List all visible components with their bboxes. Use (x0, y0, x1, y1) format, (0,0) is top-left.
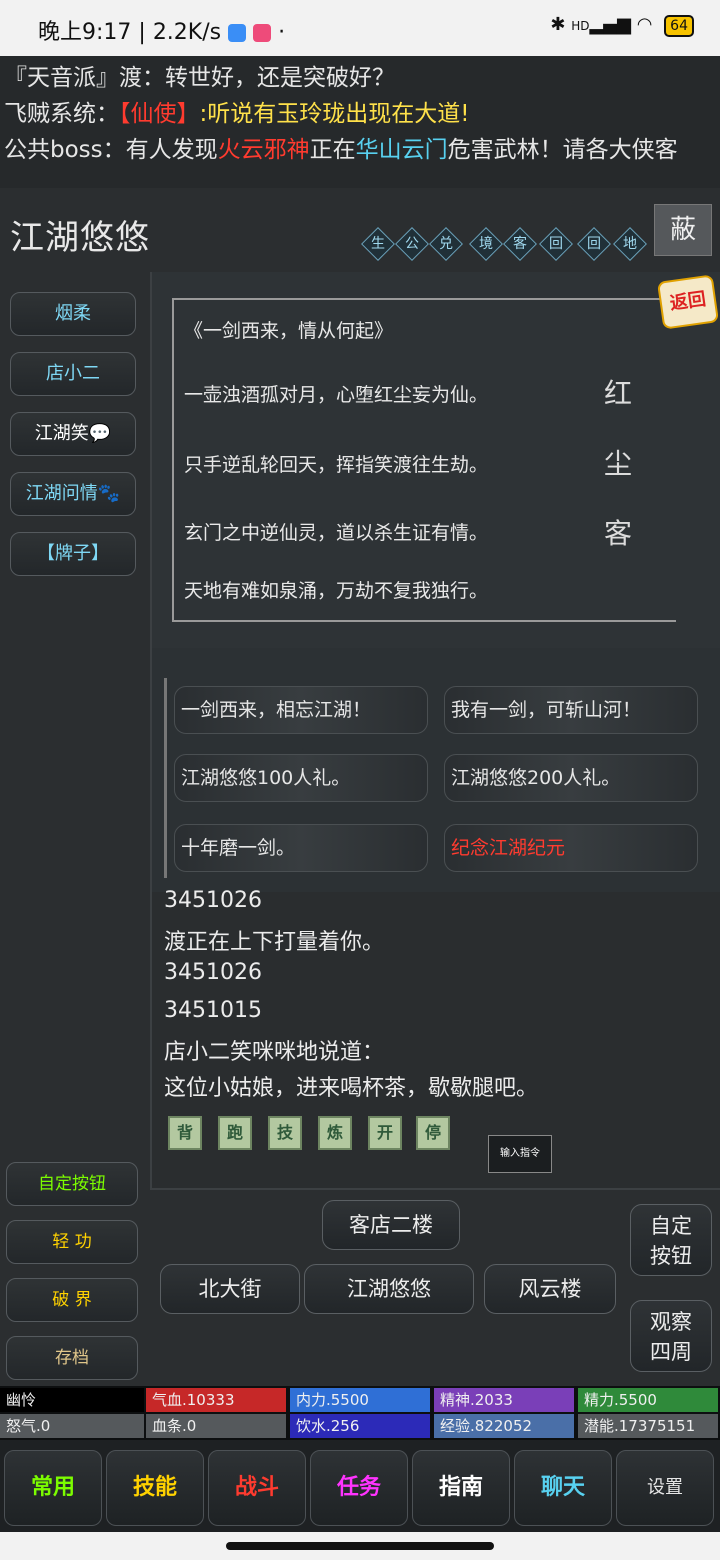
header-button[interactable]: 回 (577, 227, 611, 261)
broadcast-line: 『天音派』渡：转世好，还是突破好？ (4, 65, 395, 91)
option-button[interactable]: 江湖悠悠100人礼。 (174, 754, 428, 802)
save-button[interactable]: 存档 (6, 1336, 138, 1380)
battery-icon: 64 (664, 15, 694, 37)
header-button[interactable]: 公 (395, 227, 429, 261)
app-notification-icon (228, 24, 247, 42)
tab-tasks[interactable]: 任务 (310, 1450, 408, 1526)
stat-qianneng: 潜能.17375151 (578, 1414, 718, 1438)
log-line: 3451015 (164, 998, 262, 1023)
poem-title: 《一剑西来，情从何起》 (184, 320, 394, 342)
broadcast-line: 飞贼系统：【仙使】:听说有玉玲珑出现在大道! (4, 101, 470, 127)
npc-button[interactable]: 江湖问情🐾 (10, 472, 136, 516)
stat-neili: 内力.5500 (290, 1388, 430, 1412)
option-button[interactable]: 江湖悠悠200人礼。 (444, 754, 698, 802)
header-button[interactable]: 生 (361, 227, 395, 261)
look-around-button[interactable]: 观察 四周 (630, 1300, 712, 1372)
signal-icon: HD (571, 19, 590, 33)
npc-sidebar: 烟柔 店小二 江湖笑💬 江湖问情🐾 【牌子】 自定按钮 轻 功 破 界 存档 (0, 272, 152, 1386)
npc-button[interactable]: 店小二 (10, 352, 136, 396)
header-button[interactable]: 地 (613, 227, 647, 261)
option-button[interactable]: 一剑西来，相忘江湖！ (174, 686, 428, 734)
quick-button-run[interactable]: 跑 (218, 1116, 252, 1150)
options-panel: 一剑西来，相忘江湖！ 我有一剑，可斩山河！ 江湖悠悠100人礼。 江湖悠悠200… (152, 648, 720, 892)
log-line: 渡正在上下打量着你。 (164, 930, 385, 955)
hide-button[interactable]: 蔽 (654, 204, 712, 256)
log-line: 3451026 (164, 888, 262, 913)
option-button[interactable]: 我有一剑，可斩山河！ (444, 686, 698, 734)
quick-button-open[interactable]: 开 (368, 1116, 402, 1150)
breakthrough-button[interactable]: 破 界 (6, 1278, 138, 1322)
exit-east-button[interactable]: 风云楼 (484, 1264, 616, 1314)
player-name: 幽怜 (0, 1388, 144, 1412)
divider (164, 678, 167, 878)
poem-panel: 返回 《一剑西来，情从何起》 一壶浊酒孤对月，心堕红尘妄为仙。 只手逆乱轮回天，… (152, 272, 720, 648)
quick-button-stop[interactable]: 停 (416, 1116, 450, 1150)
command-input-button[interactable]: 输入指令 (488, 1135, 552, 1173)
header-button[interactable]: 兑 (429, 227, 463, 261)
stat-yinshui: 饮水.256 (290, 1414, 430, 1438)
tab-common[interactable]: 常用 (4, 1450, 102, 1526)
tab-settings[interactable]: 设置 (616, 1450, 714, 1526)
poem-side-char: 尘 (604, 447, 633, 480)
status-time: 晚上9:17 | 2.2K/s · (38, 20, 286, 45)
header-button[interactable]: 客 (503, 227, 537, 261)
quick-button-skill[interactable]: 技 (268, 1116, 302, 1150)
app-notification-icon (253, 24, 272, 42)
option-button[interactable]: 纪念江湖纪元 (444, 824, 698, 872)
status-icons: ✱ HD▂▄▆ ◠ 64 (550, 14, 694, 37)
bottom-tabs: 常用 技能 战斗 任务 指南 聊天 设置 (0, 1440, 720, 1532)
custom-button[interactable]: 自定按钮 (6, 1162, 138, 1206)
poem-side-char: 红 (604, 377, 633, 410)
exit-north-button[interactable]: 客店二楼 (322, 1200, 460, 1250)
broadcast-line: 公共boss：有人发现火云邪神正在华山云门危害武林！请各大侠客 (4, 137, 678, 163)
bluetooth-icon: ✱ (550, 14, 566, 35)
option-button[interactable]: 十年磨一剑。 (174, 824, 428, 872)
tab-chat[interactable]: 聊天 (514, 1450, 612, 1526)
exit-west-button[interactable]: 北大街 (160, 1264, 300, 1314)
poem-line: 一壶浊酒孤对月，心堕红尘妄为仙。 (184, 384, 489, 406)
stat-exp: 经验.822052 (434, 1414, 574, 1438)
location-header: 江湖悠悠 生 公 兑 境 客 回 回 地 蔽 (0, 188, 720, 272)
stats-bar: 幽怜 气血.10333 内力.5500 精神.2033 精力.5500 怒气.0… (0, 1386, 720, 1440)
header-button[interactable]: 回 (539, 227, 573, 261)
header-button[interactable]: 境 (469, 227, 503, 261)
log-line: 3451026 (164, 960, 262, 985)
qinggong-button[interactable]: 轻 功 (6, 1220, 138, 1264)
npc-button[interactable]: 【牌子】 (10, 532, 136, 576)
poem-line: 玄门之中逆仙灵，道以杀生证有情。 (184, 522, 489, 544)
broadcast-panel: 『天音派』渡：转世好，还是突破好？ 飞贼系统：【仙使】:听说有玉玲珑出现在大道!… (0, 56, 720, 188)
poem-side-char: 客 (604, 517, 633, 550)
stat-xuetiao: 血条.0 (146, 1414, 286, 1438)
wifi-icon: ◠ (636, 14, 653, 35)
location-title: 江湖悠悠 (10, 218, 150, 258)
custom-nav-button[interactable]: 自定 按钮 (630, 1204, 712, 1276)
log-line: 这位小姑娘，进来喝杯茶，歇歇腿吧。 (164, 1076, 539, 1101)
tab-guide[interactable]: 指南 (412, 1450, 510, 1526)
poem-line: 天地有难如泉涌，万劫不复我独行。 (184, 580, 489, 602)
return-button[interactable]: 返回 (656, 274, 720, 330)
stat-jingshen: 精神.2033 (434, 1388, 574, 1412)
tab-skills[interactable]: 技能 (106, 1450, 204, 1526)
navigation-panel: 客店二楼 北大街 江湖悠悠 风云楼 自定 按钮 观察 四周 (150, 1188, 720, 1388)
stat-nuqi: 怒气.0 (0, 1414, 144, 1438)
message-log: 3451026 渡正在上下打量着你。 3451026 3451015 店小二笑咪… (152, 888, 720, 1130)
current-location-button[interactable]: 江湖悠悠 (304, 1264, 474, 1314)
stat-jingli: 精力.5500 (578, 1388, 718, 1412)
quick-button-bag[interactable]: 背 (168, 1116, 202, 1150)
poem-line: 只手逆乱轮回天，挥指笑渡往生劫。 (184, 454, 489, 476)
npc-button[interactable]: 江湖笑💬 (10, 412, 136, 456)
home-indicator[interactable] (226, 1542, 494, 1550)
log-line: 店小二笑咪咪地说道： (164, 1040, 385, 1065)
tab-battle[interactable]: 战斗 (208, 1450, 306, 1526)
quick-button-refine[interactable]: 炼 (318, 1116, 352, 1150)
npc-button[interactable]: 烟柔 (10, 292, 136, 336)
home-indicator-bar (0, 1532, 720, 1560)
stat-hp: 气血.10333 (146, 1388, 286, 1412)
status-bar: 晚上9:17 | 2.2K/s · ✱ HD▂▄▆ ◠ 64 (0, 0, 720, 56)
